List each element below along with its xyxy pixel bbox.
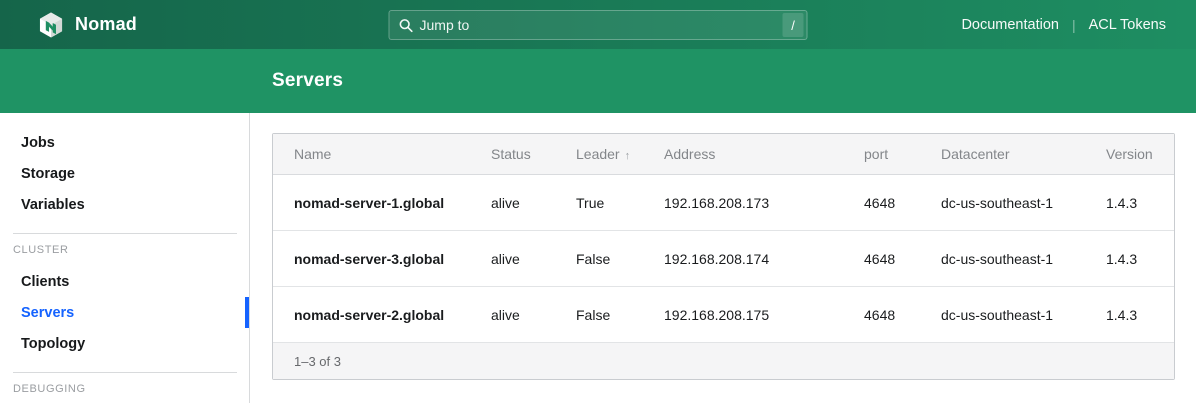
column-header-label: Leader	[576, 146, 620, 162]
cell-leader: True	[555, 175, 643, 231]
cell-address: 192.168.208.174	[643, 231, 843, 287]
cell-leader: False	[555, 287, 643, 343]
column-header-leader[interactable]: Leader ↑	[555, 134, 643, 175]
sidebar-item-jobs[interactable]: Jobs	[0, 127, 249, 158]
main-content: Name Status Leader ↑ Address port Datacen…	[250, 113, 1196, 403]
cell-version: 1.4.3	[1085, 175, 1174, 231]
cell-datacenter: dc-us-southeast-1	[920, 175, 1085, 231]
nav-links-divider: |	[1072, 17, 1076, 33]
top-navbar: Nomad / Documentation | ACL Tokens	[0, 0, 1196, 49]
cell-address: 192.168.208.175	[643, 287, 843, 343]
nomad-logo-icon	[38, 12, 64, 38]
sidebar-divider	[13, 233, 237, 234]
column-header-name[interactable]: Name	[273, 134, 470, 175]
brand-name: Nomad	[75, 14, 137, 35]
sidebar-item-topology[interactable]: Topology	[0, 328, 249, 359]
cell-status: alive	[470, 175, 555, 231]
sidebar-item-label: Servers	[21, 305, 74, 321]
sort-ascending-icon: ↑	[625, 150, 631, 162]
column-header-port[interactable]: port	[843, 134, 920, 175]
page-title: Servers	[0, 70, 343, 92]
cell-datacenter: dc-us-southeast-1	[920, 231, 1085, 287]
pagination-summary: 1–3 of 3	[273, 343, 1174, 379]
sidebar-cluster-list: Clients Servers Topology	[0, 266, 249, 359]
cell-name: nomad-server-1.global	[273, 175, 470, 231]
navbar-links: Documentation | ACL Tokens	[961, 17, 1196, 33]
sidebar-section-cluster-label: CLUSTER	[0, 242, 249, 257]
table-header-row: Name Status Leader ↑ Address port Datacen…	[273, 134, 1174, 175]
cell-leader: False	[555, 231, 643, 287]
cell-version: 1.4.3	[1085, 287, 1174, 343]
sidebar-divider	[13, 372, 237, 373]
search-icon	[399, 18, 414, 33]
sidebar-section-debugging-label: DEBUGGING	[0, 381, 249, 396]
cell-name: nomad-server-3.global	[273, 231, 470, 287]
table-row[interactable]: nomad-server-2.global alive False 192.16…	[273, 287, 1174, 343]
table-pagination-row: 1–3 of 3	[273, 343, 1174, 379]
sidebar-item-storage[interactable]: Storage	[0, 158, 249, 189]
sidebar-item-servers[interactable]: Servers	[0, 297, 249, 328]
column-header-datacenter[interactable]: Datacenter	[920, 134, 1085, 175]
sidebar-item-variables[interactable]: Variables	[0, 189, 249, 220]
nomad-brand-link[interactable]: Nomad	[0, 12, 137, 38]
cell-datacenter: dc-us-southeast-1	[920, 287, 1085, 343]
servers-table: Name Status Leader ↑ Address port Datacen…	[272, 133, 1175, 380]
table-row[interactable]: nomad-server-1.global alive True 192.168…	[273, 175, 1174, 231]
nav-link-acl-tokens[interactable]: ACL Tokens	[1089, 17, 1166, 33]
sidebar-primary-list: Jobs Storage Variables	[0, 127, 249, 220]
cell-version: 1.4.3	[1085, 231, 1174, 287]
cell-status: alive	[470, 231, 555, 287]
cell-port: 4648	[843, 287, 920, 343]
column-header-status[interactable]: Status	[470, 134, 555, 175]
nav-link-documentation[interactable]: Documentation	[961, 17, 1059, 33]
sidebar-item-clients[interactable]: Clients	[0, 266, 249, 297]
cell-port: 4648	[843, 175, 920, 231]
jump-to-search[interactable]: /	[389, 10, 808, 40]
cell-address: 192.168.208.173	[643, 175, 843, 231]
column-header-version[interactable]: Version	[1085, 134, 1174, 175]
active-item-indicator	[245, 297, 249, 328]
page-header: Servers	[0, 49, 1196, 113]
cell-status: alive	[470, 287, 555, 343]
sidebar: Jobs Storage Variables CLUSTER Clients S…	[0, 113, 250, 403]
cell-port: 4648	[843, 231, 920, 287]
table-row[interactable]: nomad-server-3.global alive False 192.16…	[273, 231, 1174, 287]
cell-name: nomad-server-2.global	[273, 287, 470, 343]
column-header-address[interactable]: Address	[643, 134, 843, 175]
slash-shortcut-badge: /	[783, 13, 804, 37]
search-input[interactable]	[414, 17, 783, 33]
